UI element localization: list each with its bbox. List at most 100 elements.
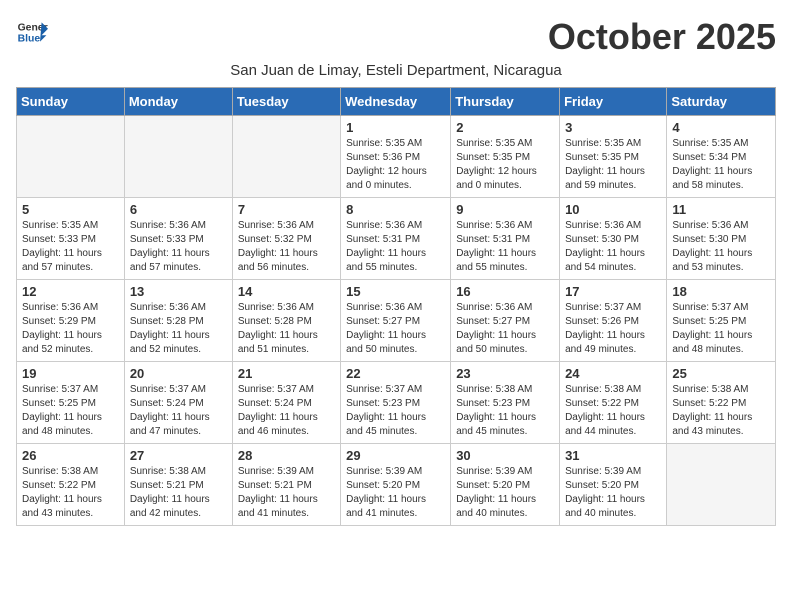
day-number: 26 <box>22 448 119 463</box>
calendar-cell <box>232 116 340 198</box>
page-header: General Blue October 2025 <box>16 16 776 58</box>
col-tuesday: Tuesday <box>232 88 340 116</box>
calendar-cell: 30 Sunrise: 5:39 AM Sunset: 5:20 PM Dayli… <box>451 444 560 526</box>
calendar-week-row: 26 Sunrise: 5:38 AM Sunset: 5:22 PM Dayli… <box>17 444 776 526</box>
calendar-cell: 7 Sunrise: 5:36 AM Sunset: 5:32 PM Daylig… <box>232 198 340 280</box>
col-thursday: Thursday <box>451 88 560 116</box>
day-info: Sunrise: 5:36 AM Sunset: 5:29 PM Dayligh… <box>22 301 119 357</box>
day-info: Sunrise: 5:39 AM Sunset: 5:20 PM Dayligh… <box>565 465 661 521</box>
calendar-cell: 13Sunrise: 5:36 AM Sunset: 5:28 PM Dayli… <box>124 280 232 362</box>
day-info: Sunrise: 5:36 AM Sunset: 5:31 PM Dayligh… <box>346 219 445 275</box>
day-number: 21 <box>238 366 335 381</box>
calendar-cell: 5 Sunrise: 5:35 AM Sunset: 5:33 PM Daylig… <box>17 198 125 280</box>
month-title: October 2025 <box>548 16 776 58</box>
calendar-cell: 11 Sunrise: 5:36 AM Sunset: 5:30 PM Dayli… <box>667 198 776 280</box>
calendar-cell <box>124 116 232 198</box>
day-info: Sunrise: 5:36 AM Sunset: 5:32 PM Dayligh… <box>238 219 335 275</box>
calendar-cell: 2 Sunrise: 5:35 AM Sunset: 5:35 PM Daylig… <box>451 116 560 198</box>
calendar-cell: 22 Sunrise: 5:37 AM Sunset: 5:23 PM Dayli… <box>341 362 451 444</box>
calendar-cell: 3 Sunrise: 5:35 AM Sunset: 5:35 PM Daylig… <box>560 116 667 198</box>
day-info: Sunrise: 5:38 AM Sunset: 5:22 PM Dayligh… <box>22 465 119 521</box>
calendar-table: Sunday Monday Tuesday Wednesday Thursday… <box>16 87 776 526</box>
calendar-cell: 9 Sunrise: 5:36 AM Sunset: 5:31 PM Daylig… <box>451 198 560 280</box>
calendar-cell: 21 Sunrise: 5:37 AM Sunset: 5:24 PM Dayli… <box>232 362 340 444</box>
day-info: Sunrise: 5:35 AM Sunset: 5:35 PM Dayligh… <box>565 137 661 193</box>
calendar-cell: 18 Sunrise: 5:37 AM Sunset: 5:25 PM Dayli… <box>667 280 776 362</box>
day-info: Sunrise: 5:38 AM Sunset: 5:23 PM Dayligh… <box>456 383 554 439</box>
col-wednesday: Wednesday <box>341 88 451 116</box>
col-friday: Friday <box>560 88 667 116</box>
day-info: Sunrise: 5:36 AM Sunset: 5:30 PM Dayligh… <box>672 219 770 275</box>
calendar-cell: 29Sunrise: 5:39 AM Sunset: 5:20 PM Dayli… <box>341 444 451 526</box>
day-number: 9 <box>456 202 554 217</box>
day-info: Sunrise: 5:36 AM Sunset: 5:27 PM Dayligh… <box>346 301 445 357</box>
calendar-cell: 28 Sunrise: 5:39 AM Sunset: 5:21 PM Dayli… <box>232 444 340 526</box>
calendar-cell: 20Sunrise: 5:37 AM Sunset: 5:24 PM Dayli… <box>124 362 232 444</box>
calendar-cell: 25Sunrise: 5:38 AM Sunset: 5:22 PM Dayli… <box>667 362 776 444</box>
calendar-week-row: 19Sunrise: 5:37 AM Sunset: 5:25 PM Dayli… <box>17 362 776 444</box>
day-number: 10 <box>565 202 661 217</box>
calendar-cell: 1Sunrise: 5:35 AM Sunset: 5:36 PM Daylig… <box>341 116 451 198</box>
calendar-cell <box>17 116 125 198</box>
calendar-cell: 6 Sunrise: 5:36 AM Sunset: 5:33 PM Daylig… <box>124 198 232 280</box>
day-number: 3 <box>565 120 661 135</box>
calendar-cell: 24Sunrise: 5:38 AM Sunset: 5:22 PM Dayli… <box>560 362 667 444</box>
day-number: 14 <box>238 284 335 299</box>
day-number: 4 <box>672 120 770 135</box>
day-info: Sunrise: 5:39 AM Sunset: 5:21 PM Dayligh… <box>238 465 335 521</box>
day-number: 30 <box>456 448 554 463</box>
calendar-cell: 14Sunrise: 5:36 AM Sunset: 5:28 PM Dayli… <box>232 280 340 362</box>
day-info: Sunrise: 5:37 AM Sunset: 5:24 PM Dayligh… <box>130 383 227 439</box>
day-info: Sunrise: 5:35 AM Sunset: 5:34 PM Dayligh… <box>672 137 770 193</box>
day-number: 15 <box>346 284 445 299</box>
calendar-cell: 26 Sunrise: 5:38 AM Sunset: 5:22 PM Dayli… <box>17 444 125 526</box>
day-number: 13 <box>130 284 227 299</box>
calendar-cell: 15 Sunrise: 5:36 AM Sunset: 5:27 PM Dayli… <box>341 280 451 362</box>
day-info: Sunrise: 5:37 AM Sunset: 5:23 PM Dayligh… <box>346 383 445 439</box>
day-number: 16 <box>456 284 554 299</box>
day-info: Sunrise: 5:36 AM Sunset: 5:33 PM Dayligh… <box>130 219 227 275</box>
day-number: 23 <box>456 366 554 381</box>
calendar-cell: 4 Sunrise: 5:35 AM Sunset: 5:34 PM Daylig… <box>667 116 776 198</box>
calendar-cell: 17Sunrise: 5:37 AM Sunset: 5:26 PM Dayli… <box>560 280 667 362</box>
day-info: Sunrise: 5:37 AM Sunset: 5:25 PM Dayligh… <box>672 301 770 357</box>
day-number: 27 <box>130 448 227 463</box>
calendar-cell: 10 Sunrise: 5:36 AM Sunset: 5:30 PM Dayli… <box>560 198 667 280</box>
calendar-cell: 23 Sunrise: 5:38 AM Sunset: 5:23 PM Dayli… <box>451 362 560 444</box>
day-info: Sunrise: 5:37 AM Sunset: 5:24 PM Dayligh… <box>238 383 335 439</box>
day-number: 25 <box>672 366 770 381</box>
calendar-cell: 8 Sunrise: 5:36 AM Sunset: 5:31 PM Daylig… <box>341 198 451 280</box>
calendar-cell: 31 Sunrise: 5:39 AM Sunset: 5:20 PM Dayli… <box>560 444 667 526</box>
col-saturday: Saturday <box>667 88 776 116</box>
day-number: 8 <box>346 202 445 217</box>
day-info: Sunrise: 5:38 AM Sunset: 5:22 PM Dayligh… <box>565 383 661 439</box>
day-info: Sunrise: 5:35 AM Sunset: 5:35 PM Dayligh… <box>456 137 554 193</box>
day-number: 28 <box>238 448 335 463</box>
weekday-header-row: Sunday Monday Tuesday Wednesday Thursday… <box>17 88 776 116</box>
svg-text:Blue: Blue <box>18 34 41 45</box>
day-number: 19 <box>22 366 119 381</box>
day-number: 22 <box>346 366 445 381</box>
calendar-cell: 16 Sunrise: 5:36 AM Sunset: 5:27 PM Dayli… <box>451 280 560 362</box>
day-info: Sunrise: 5:39 AM Sunset: 5:20 PM Dayligh… <box>456 465 554 521</box>
day-number: 31 <box>565 448 661 463</box>
day-info: Sunrise: 5:36 AM Sunset: 5:31 PM Dayligh… <box>456 219 554 275</box>
day-info: Sunrise: 5:35 AM Sunset: 5:33 PM Dayligh… <box>22 219 119 275</box>
col-sunday: Sunday <box>17 88 125 116</box>
day-number: 5 <box>22 202 119 217</box>
day-info: Sunrise: 5:36 AM Sunset: 5:30 PM Dayligh… <box>565 219 661 275</box>
day-number: 29 <box>346 448 445 463</box>
day-number: 1 <box>346 120 445 135</box>
day-number: 6 <box>130 202 227 217</box>
day-number: 12 <box>22 284 119 299</box>
col-monday: Monday <box>124 88 232 116</box>
calendar-cell <box>667 444 776 526</box>
day-number: 18 <box>672 284 770 299</box>
logo-icon: General Blue <box>16 16 48 48</box>
day-info: Sunrise: 5:36 AM Sunset: 5:27 PM Dayligh… <box>456 301 554 357</box>
calendar-cell: 12 Sunrise: 5:36 AM Sunset: 5:29 PM Dayli… <box>17 280 125 362</box>
day-info: Sunrise: 5:38 AM Sunset: 5:21 PM Dayligh… <box>130 465 227 521</box>
day-number: 2 <box>456 120 554 135</box>
day-number: 7 <box>238 202 335 217</box>
day-number: 11 <box>672 202 770 217</box>
